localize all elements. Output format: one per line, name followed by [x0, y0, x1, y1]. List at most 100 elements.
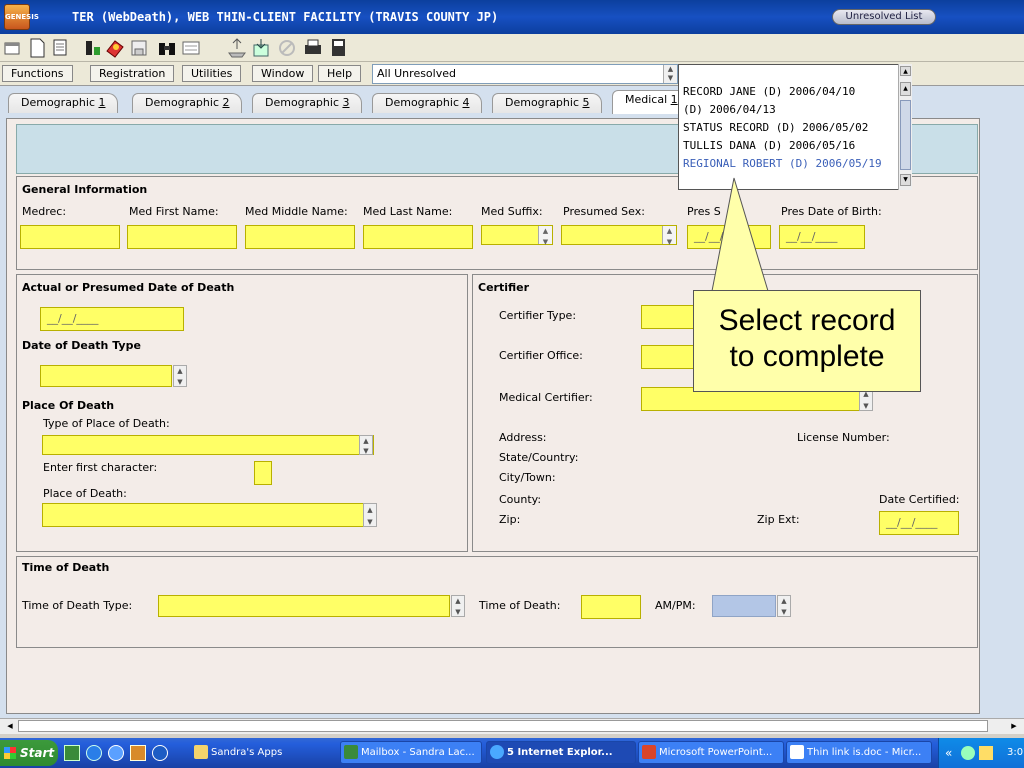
tab-demographic-1[interactable]: Demographic 1 [8, 93, 119, 113]
medrec-input[interactable] [20, 225, 120, 249]
medrec-label: Medrec: [22, 205, 67, 218]
menu-help[interactable]: Help [318, 65, 362, 82]
ie-icon [490, 745, 504, 759]
general-information-panel: General Information Medrec: Med First Na… [16, 176, 978, 270]
certifier-type-select[interactable] [641, 305, 701, 329]
dropdown-item[interactable]: TULLIS DANA (D) 2006/05/16 [683, 139, 855, 152]
certifier-office-select[interactable] [641, 345, 701, 369]
window-icon[interactable] [2, 37, 24, 59]
scroll-thumb[interactable] [900, 100, 911, 170]
genesis-logo: GENESIS [4, 4, 39, 30]
menu-window[interactable]: Window [252, 65, 314, 82]
tab-demographic-3[interactable]: Demographic 3 [252, 93, 363, 113]
date-certified-input[interactable]: __/__/____ [879, 511, 959, 535]
presumed-sex-select[interactable]: ▲ ▼ [561, 225, 677, 246]
dropdown-item-selected[interactable]: REGIONAL ROBERT (D) 2006/05/19 [683, 157, 882, 170]
tab-demographic-5[interactable]: Demographic 5 [492, 93, 603, 113]
scroll-up-icon[interactable]: ▲ [900, 66, 911, 76]
quicklaunch-folder-icon[interactable] [130, 745, 146, 761]
title-bar: GENESIS TER (WebDeath), WEB THIN-CLIENT … [0, 0, 1024, 34]
record-dropdown-list[interactable]: RECORD JANE (D) 2006/04/10 (D) 2006/04/1… [678, 64, 912, 190]
save-icon[interactable] [128, 37, 150, 59]
spinner-icon[interactable]: ▲ ▼ [359, 435, 373, 455]
quicklaunch-app-icon[interactable] [64, 745, 80, 761]
am-pm-select[interactable] [712, 595, 776, 617]
pres-ssn-input[interactable]: __/__/____ [687, 225, 771, 249]
network-icon[interactable] [961, 746, 975, 760]
outlook-icon[interactable] [108, 745, 124, 761]
callout-box: Select record to complete [693, 290, 921, 392]
scroll-up-icon[interactable]: ▲ [900, 82, 911, 96]
system-tray: « 3:07 [938, 738, 1024, 768]
callout-line-2: to complete [729, 340, 885, 373]
first-character-input[interactable] [254, 461, 272, 485]
help-book-icon[interactable] [104, 37, 126, 59]
spinner-icon[interactable]: ▲ ▼ [538, 226, 552, 246]
internet-explorer-icon[interactable] [86, 745, 102, 761]
print-icon[interactable] [302, 37, 324, 59]
add-user-icon[interactable] [80, 37, 102, 59]
license-number-label: License Number: [797, 431, 890, 444]
dropdown-item[interactable]: RECORD JANE (D) 2006/04/10 [683, 85, 855, 98]
med-suffix-select[interactable]: ▲ ▼ [481, 225, 553, 246]
cancel-icon[interactable] [276, 37, 298, 59]
scroll-track[interactable] [18, 720, 988, 732]
filter-select[interactable]: All Unresolved ▲ ▼ [372, 64, 678, 84]
unresolved-list-button[interactable]: Unresolved List [832, 9, 936, 25]
spinner-icon[interactable]: ▲ ▼ [777, 595, 791, 617]
horizontal-scrollbar[interactable]: ◀ ▶ [0, 718, 1024, 734]
type-of-place-select[interactable] [42, 435, 374, 455]
task-mailbox[interactable]: Mailbox - Sandra Lac... [340, 741, 482, 764]
task-word-document[interactable]: Thin link is.doc - Micr... [786, 741, 932, 764]
filter-select-value: All Unresolved [377, 67, 456, 80]
task-powerpoint[interactable]: Microsoft PowerPoint... [638, 741, 784, 764]
date-of-death-header: Actual or Presumed Date of Death [22, 281, 235, 294]
spinner-icon[interactable]: ▲ ▼ [173, 365, 187, 387]
media-player-icon[interactable] [152, 745, 168, 761]
scroll-down-icon[interactable]: ▼ [900, 174, 911, 186]
medical-certifier-label: Medical Certifier: [499, 391, 593, 404]
menu-registration[interactable]: Registration [90, 65, 175, 82]
upload-icon[interactable] [226, 37, 248, 59]
spinner-icon[interactable]: ▲ ▼ [662, 226, 676, 246]
menu-functions[interactable]: Functions [2, 65, 73, 82]
spinner-icon[interactable]: ▲ ▼ [363, 503, 377, 527]
new-document-icon[interactable] [26, 37, 48, 59]
filter-spinner-icon[interactable]: ▲ ▼ [663, 65, 677, 83]
tray-expand-icon[interactable]: « [945, 738, 952, 768]
task-internet-explorer[interactable]: 5 Internet Explor... [486, 741, 636, 764]
tab-demographic-2[interactable]: Demographic 2 [132, 93, 243, 113]
toolbar [0, 34, 1024, 62]
certifier-type-label: Certifier Type: [499, 309, 577, 322]
task-sandras-apps[interactable]: Sandra's Apps [190, 741, 336, 764]
docs-icon[interactable] [50, 37, 72, 59]
pres-date-of-birth-input[interactable]: __/__/____ [779, 225, 865, 249]
binoculars-icon[interactable] [156, 37, 178, 59]
spinner-icon[interactable]: ▲ ▼ [451, 595, 465, 617]
city-town-label: City/Town: [499, 471, 556, 484]
scroll-left-icon[interactable]: ◀ [4, 720, 16, 732]
date-of-death-type-header: Date of Death Type [22, 339, 141, 352]
dropdown-scrollbar[interactable]: ▲ ▲ ▼ [898, 64, 912, 190]
tab-demographic-4[interactable]: Demographic 4 [372, 93, 483, 113]
med-last-name-input[interactable] [363, 225, 473, 249]
menu-utilities[interactable]: Utilities [182, 65, 242, 82]
date-of-death-input[interactable]: __/__/____ [40, 307, 184, 331]
report-icon[interactable] [328, 37, 350, 59]
list-icon[interactable] [180, 37, 202, 59]
start-button[interactable]: Start [0, 740, 58, 766]
time-of-death-input[interactable] [581, 595, 641, 619]
time-of-death-header: Time of Death [22, 561, 110, 574]
med-middle-name-input[interactable] [245, 225, 355, 249]
time-of-death-type-select[interactable] [158, 595, 450, 617]
download-icon[interactable] [250, 37, 272, 59]
med-first-name-input[interactable] [127, 225, 237, 249]
date-of-death-type-select[interactable] [40, 365, 172, 387]
place-of-death-select[interactable] [42, 503, 364, 527]
tray-app-icon[interactable] [979, 746, 993, 760]
dropdown-item[interactable]: STATUS RECORD (D) 2006/05/02 [683, 121, 868, 134]
window-title: TER (WebDeath), WEB THIN-CLIENT FACILITY… [72, 10, 499, 24]
scroll-right-icon[interactable]: ▶ [1008, 720, 1020, 732]
dropdown-item[interactable]: (D) 2006/04/13 [683, 103, 776, 116]
county-label: County: [499, 493, 542, 506]
